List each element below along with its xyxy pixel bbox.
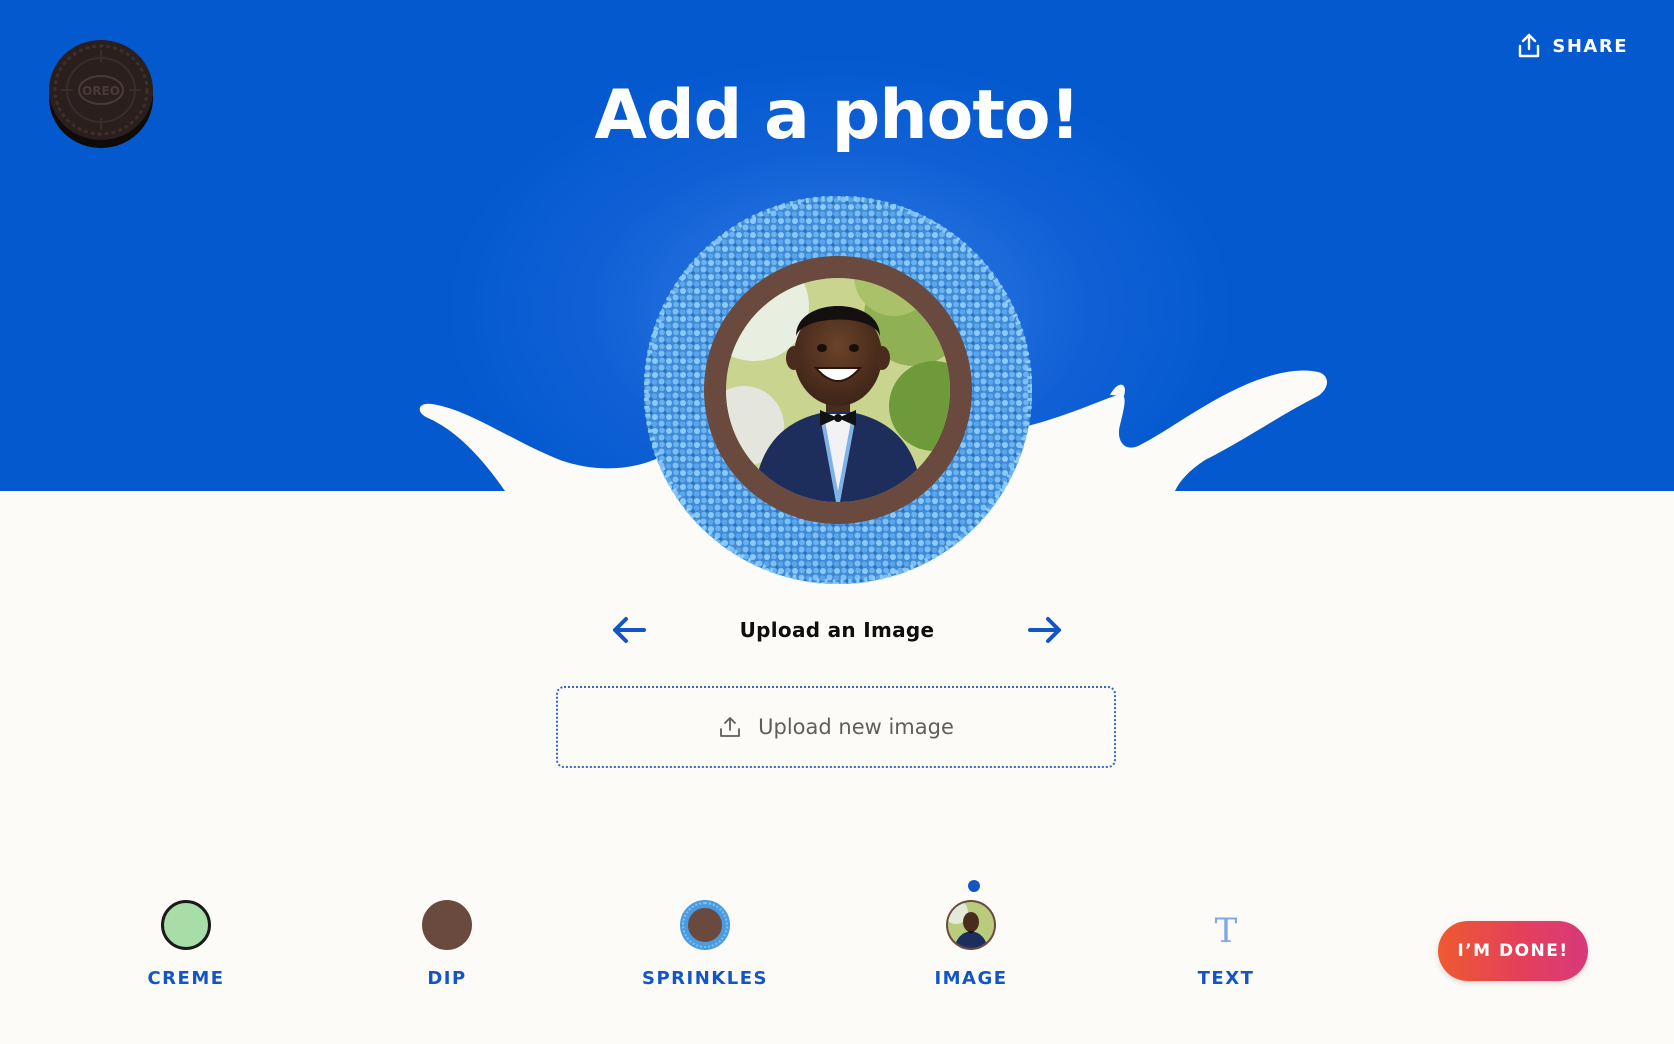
tool-text[interactable]: T TEXT (1141, 900, 1311, 1000)
share-icon (1519, 33, 1540, 58)
share-button[interactable]: SHARE (1517, 30, 1628, 62)
text-icon: T (1214, 911, 1238, 951)
step-label: Upload an Image (739, 618, 935, 642)
tool-label: TEXT (1197, 968, 1255, 989)
tool-sprinkles[interactable]: SPRINKLES (620, 900, 790, 1000)
tool-label: SPRINKLES (642, 968, 768, 989)
creme-swatch-icon (161, 900, 211, 950)
tool-label: IMAGE (934, 968, 1008, 989)
dip-swatch-icon (422, 900, 472, 950)
tool-creme[interactable]: CREME (101, 900, 271, 1000)
next-step-button[interactable] (1023, 610, 1067, 650)
done-button[interactable]: I’M DONE! (1438, 921, 1588, 981)
step-navigator: Upload an Image (600, 608, 1074, 652)
prev-step-button[interactable] (607, 610, 651, 650)
sprinkles-swatch-icon (680, 900, 730, 950)
upload-new-image-button[interactable]: Upload new image (556, 686, 1116, 768)
tool-label: CREME (147, 968, 225, 989)
share-label: SHARE (1552, 35, 1628, 57)
tool-dip[interactable]: DIP (362, 900, 532, 1000)
arrow-left-icon (613, 617, 646, 643)
cookie-preview (644, 196, 1032, 584)
tool-image[interactable]: IMAGE (886, 900, 1056, 1000)
tool-label: DIP (427, 968, 467, 989)
customization-toolbar: CREME DIP SPRINKLES IMAGE T TEXT (0, 860, 1674, 1010)
upload-icon (720, 717, 741, 737)
arrow-right-icon (1028, 617, 1061, 643)
image-thumbnail-icon (946, 900, 996, 950)
upload-label: Upload new image (758, 715, 954, 739)
page-title: Add a photo! (594, 76, 1080, 155)
